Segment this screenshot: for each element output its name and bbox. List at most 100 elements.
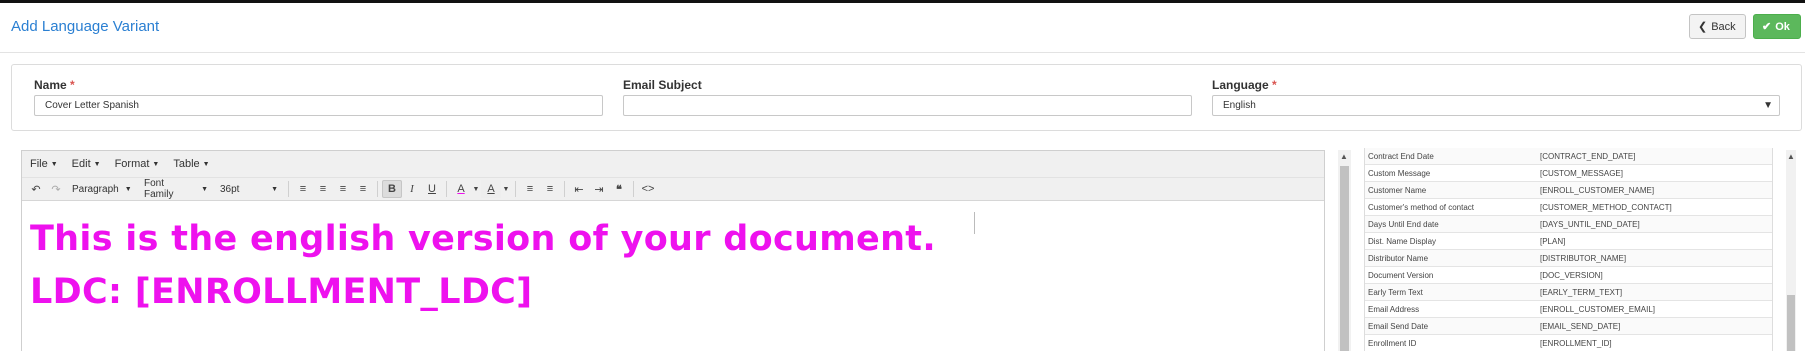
merge-field-code: [CONTRACT_END_DATE] bbox=[1540, 151, 1636, 161]
background-color-icon[interactable]: A bbox=[481, 180, 501, 198]
variant-form: Name * Cover Letter Spanish Email Subjec… bbox=[11, 64, 1802, 131]
email-subject-input[interactable] bbox=[623, 95, 1192, 116]
merge-field-row[interactable]: Custom Message [CUSTOM_MESSAGE] bbox=[1365, 165, 1772, 182]
content-line-2: LDC: [ENROLLMENT_LDC] bbox=[30, 272, 533, 312]
align-center-icon[interactable]: ≡ bbox=[313, 180, 333, 198]
merge-field-code: [EMAIL_SEND_DATE] bbox=[1540, 321, 1621, 331]
outdent-icon[interactable]: ⇤ bbox=[569, 180, 589, 198]
toolbar-separator bbox=[515, 181, 516, 197]
merge-field-row[interactable]: Email Address [ENROLL_CUSTOMER_EMAIL] bbox=[1365, 301, 1772, 318]
required-marker: * bbox=[70, 78, 75, 92]
language-select-value: English bbox=[1223, 100, 1256, 111]
scrollbar-thumb[interactable] bbox=[1340, 166, 1349, 351]
required-marker: * bbox=[1272, 78, 1277, 92]
merge-field-row[interactable]: Distributor Name [DISTRIBUTOR_NAME] bbox=[1365, 250, 1772, 267]
editor-content-area[interactable]: This is the english version of your docu… bbox=[22, 201, 1324, 331]
merge-field-code: [DAYS_UNTIL_END_DATE] bbox=[1540, 219, 1640, 229]
scrollbar-thumb[interactable] bbox=[1787, 295, 1795, 351]
align-right-icon[interactable]: ≡ bbox=[333, 180, 353, 198]
toolbar-separator bbox=[564, 181, 565, 197]
merge-field-code: [EARLY_TERM_TEXT] bbox=[1540, 287, 1623, 297]
name-label: Name * bbox=[34, 78, 75, 92]
source-code-icon[interactable]: <> bbox=[638, 180, 658, 198]
undo-icon[interactable]: ↶ bbox=[26, 180, 46, 198]
redo-icon[interactable]: ↷ bbox=[46, 180, 66, 198]
caret-down-icon[interactable]: ▼ bbox=[471, 180, 481, 198]
text-color-icon[interactable]: A bbox=[451, 180, 471, 198]
name-input-value: Cover Letter Spanish bbox=[45, 100, 139, 111]
merge-field-row[interactable]: Email Send Date [EMAIL_SEND_DATE] bbox=[1365, 318, 1772, 335]
caret-down-icon: ▼ bbox=[93, 160, 101, 168]
merge-field-name: Contract End Date bbox=[1368, 151, 1434, 161]
merge-field-code: [DISTRIBUTOR_NAME] bbox=[1540, 253, 1627, 263]
text-cursor bbox=[974, 212, 975, 234]
merge-field-name: Days Until End date bbox=[1368, 219, 1439, 229]
name-input[interactable]: Cover Letter Spanish bbox=[34, 95, 603, 116]
merge-field-row[interactable]: Dist. Name Display [PLAN] bbox=[1365, 233, 1772, 250]
menu-format[interactable]: Format ▼ bbox=[115, 158, 160, 170]
scroll-up-icon[interactable]: ▲ bbox=[1340, 152, 1348, 161]
caret-down-icon[interactable]: ▼ bbox=[501, 180, 511, 198]
caret-down-icon: ▼ bbox=[152, 160, 160, 168]
merge-field-name: Document Version bbox=[1368, 270, 1434, 280]
back-button[interactable]: ❮ Back bbox=[1689, 14, 1746, 39]
ok-button-label: Ok bbox=[1775, 20, 1790, 33]
align-left-icon[interactable]: ≡ bbox=[293, 180, 313, 198]
email-subject-label: Email Subject bbox=[623, 78, 702, 92]
align-justify-icon[interactable]: ≡ bbox=[353, 180, 373, 198]
numbered-list-icon[interactable]: ≡ bbox=[540, 180, 560, 198]
merge-field-code: [DOC_VERSION] bbox=[1540, 270, 1603, 280]
bullet-list-icon[interactable]: ≡ bbox=[520, 180, 540, 198]
toolbar-separator bbox=[377, 181, 378, 197]
merge-field-name: Customer's method of contact bbox=[1368, 202, 1475, 212]
merge-fields-scrollbar[interactable]: ▲ bbox=[1786, 150, 1796, 351]
merge-field-name: Distributor Name bbox=[1368, 253, 1429, 263]
caret-down-icon: ▼ bbox=[202, 160, 210, 168]
chevron-left-icon: ❮ bbox=[1698, 21, 1708, 33]
rich-text-editor: File ▼ Edit ▼ Format ▼ Table ▼ ↶ ↷ Paragraph… bbox=[21, 150, 1325, 351]
editor-menubar: File ▼ Edit ▼ Format ▼ Table ▼ bbox=[22, 151, 1324, 177]
menu-table[interactable]: Table ▼ bbox=[173, 158, 209, 170]
caret-down-icon: ▼ bbox=[124, 185, 132, 193]
italic-icon[interactable]: I bbox=[402, 180, 422, 198]
block-format-select[interactable]: Paragraph ▼ bbox=[66, 180, 138, 198]
dropdown-arrow-icon: ▼ bbox=[1763, 100, 1773, 111]
language-select[interactable]: English ▼ bbox=[1212, 95, 1780, 116]
merge-field-row[interactable]: Customer Name [ENROLL_CUSTOMER_NAME] bbox=[1365, 182, 1772, 199]
bold-icon[interactable]: B bbox=[382, 180, 402, 198]
language-label: Language * bbox=[1212, 78, 1277, 92]
font-family-select[interactable]: Font Family ▼ bbox=[138, 178, 214, 200]
merge-field-row[interactable]: Document Version [DOC_VERSION] bbox=[1365, 267, 1772, 284]
font-size-select[interactable]: 36pt ▼ bbox=[214, 180, 284, 198]
merge-field-code: [ENROLL_CUSTOMER_EMAIL] bbox=[1540, 304, 1655, 314]
indent-icon[interactable]: ⇥ bbox=[589, 180, 609, 198]
merge-field-name: Custom Message bbox=[1368, 168, 1431, 178]
caret-down-icon: ▼ bbox=[201, 185, 208, 193]
merge-field-code: [PLAN] bbox=[1540, 236, 1566, 246]
merge-field-name: Enrollment ID bbox=[1368, 338, 1417, 348]
editor-toolbar: ↶ ↷ Paragraph ▼ Font Family ▼ 36pt ▼ ≡ ≡ ≡ … bbox=[22, 177, 1324, 201]
merge-field-code: [ENROLLMENT_ID] bbox=[1540, 338, 1612, 348]
merge-field-code: [ENROLL_CUSTOMER_NAME] bbox=[1540, 185, 1655, 195]
underline-icon[interactable]: U bbox=[422, 180, 442, 198]
menu-file[interactable]: File ▼ bbox=[30, 158, 58, 170]
toolbar-separator bbox=[633, 181, 634, 197]
blockquote-icon[interactable]: ❝ bbox=[609, 180, 629, 198]
check-icon: ✔ bbox=[1762, 21, 1772, 33]
ok-button[interactable]: ✔ Ok bbox=[1753, 14, 1801, 39]
merge-field-code: [CUSTOM_MESSAGE] bbox=[1540, 168, 1623, 178]
merge-field-row[interactable]: Customer's method of contact [CUSTOMER_ME… bbox=[1365, 199, 1772, 216]
back-button-label: Back bbox=[1711, 20, 1736, 33]
merge-field-row[interactable]: Enrollment ID [ENROLLMENT_ID] bbox=[1365, 335, 1772, 351]
merge-field-row[interactable]: Contract End Date [CONTRACT_END_DATE] bbox=[1365, 148, 1772, 165]
merge-field-name: Email Send Date bbox=[1368, 321, 1429, 331]
merge-field-row[interactable]: Days Until End date [DAYS_UNTIL_END_DATE] bbox=[1365, 216, 1772, 233]
editor-scrollbar[interactable]: ▲ bbox=[1338, 150, 1351, 351]
menu-edit[interactable]: Edit ▼ bbox=[72, 158, 101, 170]
merge-field-row[interactable]: Early Term Text [EARLY_TERM_TEXT] bbox=[1365, 284, 1772, 301]
merge-field-name: Customer Name bbox=[1368, 185, 1427, 195]
page-title: Add Language Variant bbox=[11, 18, 160, 35]
content-line-1: This is the english version of your docu… bbox=[30, 219, 936, 259]
scroll-up-icon[interactable]: ▲ bbox=[1787, 152, 1795, 161]
top-strip bbox=[0, 0, 1805, 3]
